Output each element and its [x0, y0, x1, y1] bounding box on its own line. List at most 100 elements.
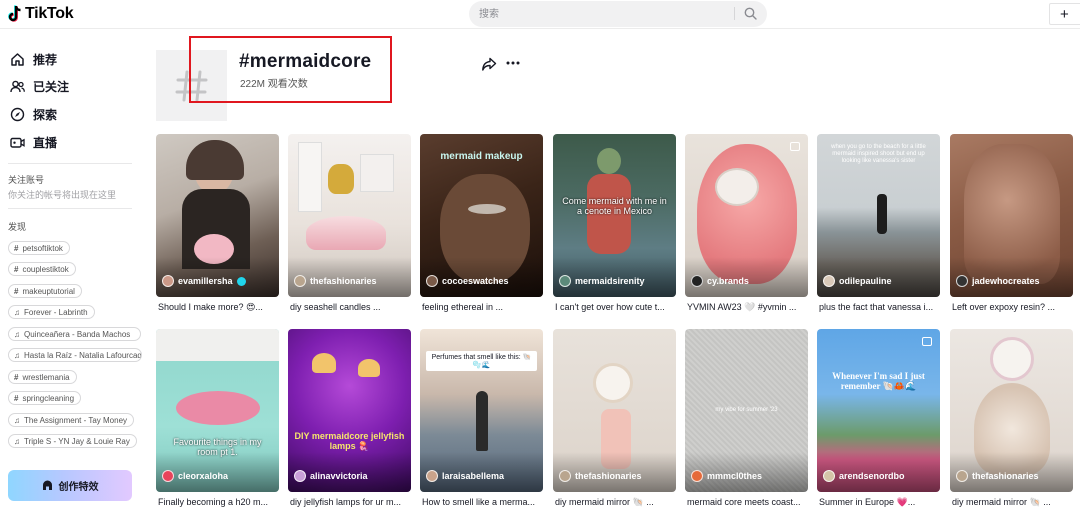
- hashtag-icon: #: [14, 393, 19, 403]
- discover-tag[interactable]: ♫ Forever - Labrinth: [8, 305, 95, 319]
- sidebar-item-explore[interactable]: 探索: [10, 105, 57, 123]
- avatar: [559, 470, 571, 482]
- avatar: [426, 470, 438, 482]
- video-thumbnail[interactable]: my vibe for summer '23: [685, 329, 808, 492]
- video-overlay-text: DIY mermaidcore jellyfish lamps 🪼: [294, 431, 405, 451]
- hashtag-icon: #: [14, 372, 19, 382]
- video-caption[interactable]: diy mermaid mirror 🐚 ...: [952, 497, 1073, 508]
- video-author[interactable]: jadewhocreates: [956, 275, 1040, 287]
- video-thumbnail[interactable]: [553, 329, 676, 492]
- more-options-button[interactable]: [505, 55, 521, 71]
- share-icon: [482, 57, 497, 71]
- video-thumbnail[interactable]: Come mermaid with me in a cenote in Mexi…: [553, 134, 676, 297]
- discover-tag-label: Hasta la Raíz - Natalia Lafourcade: [24, 350, 142, 360]
- video-author[interactable]: thefashionaries: [956, 470, 1039, 482]
- home-icon: [10, 52, 25, 67]
- video-author[interactable]: thefashionaries: [294, 275, 377, 287]
- video-caption[interactable]: YVMIN AW23 🤍 #yvmin ...: [687, 302, 808, 313]
- video-caption[interactable]: Left over expoxy resin? ...: [952, 302, 1073, 312]
- sidebar: 推荐 已关注 探索 直播 关注账号 你关注的帐号将出现在这里 发现 # petso…: [0, 30, 142, 513]
- video-overlay-text: my vibe for summer '23: [715, 407, 778, 413]
- video-thumbnail[interactable]: DIY mermaidcore jellyfish lamps 🪼: [288, 329, 411, 492]
- search-divider: [734, 7, 735, 20]
- video-author[interactable]: mmmcl0thes: [691, 470, 762, 482]
- video-thumbnail[interactable]: Whenever I'm sad I just remember 🐚🦀🌊: [817, 329, 940, 492]
- video-thumbnail[interactable]: Favourite things in my room pt 1.: [156, 329, 279, 492]
- discover-tag[interactable]: # petsoftiktok: [8, 241, 70, 255]
- video-caption[interactable]: I can't get over how cute t...: [555, 302, 676, 312]
- sidebar-item-live[interactable]: 直播: [10, 133, 57, 151]
- discover-tag[interactable]: ♫ The Assignment - Tay Money: [8, 413, 135, 427]
- music-note-icon: ♫: [14, 307, 20, 317]
- video-author[interactable]: mermaidsirenity: [559, 275, 645, 287]
- video-author[interactable]: odilepauline: [823, 275, 892, 287]
- sidebar-item-label: 已关注: [33, 79, 70, 94]
- video-thumbnail[interactable]: Perfumes that smell like this: 🐚🫧🌊: [420, 329, 543, 492]
- sidebar-item-label: 推荐: [33, 52, 58, 67]
- music-note-icon: ♫: [14, 329, 20, 339]
- video-author[interactable]: evamillersha: [162, 275, 246, 287]
- discover-tag[interactable]: ♫ Quinceañera - Banda Machos: [8, 327, 141, 341]
- upload-button[interactable]: +: [1049, 3, 1080, 25]
- discover-tag-label: petsoftiktok: [22, 243, 63, 253]
- discover-tag[interactable]: # springcleaning: [8, 391, 82, 405]
- video-author[interactable]: cleorxaloha: [162, 470, 228, 482]
- discover-tag[interactable]: ♫ Triple S - YN Jay & Louie Ray: [8, 434, 137, 448]
- video-author[interactable]: laraisabellema: [426, 470, 504, 482]
- discover-tag[interactable]: ♫ Hasta la Raíz - Natalia Lafourcade: [8, 348, 142, 362]
- video-author[interactable]: thefashionaries: [559, 470, 642, 482]
- video-caption[interactable]: Finally becoming a h20 m...: [158, 497, 279, 507]
- hashtag-icon: #: [14, 286, 19, 296]
- discover-tag-label: wrestlemania: [22, 372, 70, 382]
- video-caption[interactable]: diy mermaid mirror 🐚 ...: [555, 497, 676, 508]
- author-name: cy.brands: [707, 276, 749, 286]
- video-author[interactable]: arendsenordbo: [823, 470, 905, 482]
- video-caption[interactable]: diy jellyfish lamps for ur m...: [290, 497, 411, 507]
- video-caption[interactable]: Should I make more? 😍...: [158, 302, 279, 313]
- create-effects-button[interactable]: 创作特效: [8, 470, 132, 501]
- video-thumbnail[interactable]: [685, 134, 808, 297]
- video-overlay-text: Come mermaid with me in a cenote in Mexi…: [562, 196, 667, 216]
- author-name: cocoeswatches: [442, 276, 509, 286]
- discover-tag-label: Forever - Labrinth: [24, 307, 88, 317]
- video-author[interactable]: alinavvictoria: [294, 470, 368, 482]
- search-bar[interactable]: [469, 1, 767, 27]
- discover-tag[interactable]: # wrestlemania: [8, 370, 77, 384]
- annotation-highlight-box: [189, 36, 392, 103]
- video-thumbnail[interactable]: mermaid makeup: [420, 134, 543, 297]
- video-author[interactable]: cy.brands: [691, 275, 749, 287]
- video-thumbnail[interactable]: when you go to the beach for a little me…: [817, 134, 940, 297]
- video-caption[interactable]: mermaid core meets coast...: [687, 497, 808, 507]
- video-caption[interactable]: Summer in Europe 💗...: [819, 497, 940, 508]
- video-caption[interactable]: feeling ethereal in ...: [422, 302, 543, 312]
- search-input[interactable]: [479, 1, 734, 27]
- video-thumbnail[interactable]: [950, 329, 1073, 492]
- sidebar-item-foryou[interactable]: 推荐: [10, 50, 57, 68]
- video-thumbnail[interactable]: [156, 134, 279, 297]
- avatar: [823, 275, 835, 287]
- avatar: [162, 275, 174, 287]
- video-thumbnail[interactable]: [288, 134, 411, 297]
- share-button[interactable]: [481, 56, 497, 72]
- search-button[interactable]: [737, 1, 763, 25]
- sidebar-item-following[interactable]: 已关注: [10, 77, 69, 95]
- following-icon: [10, 79, 25, 94]
- author-name: cleorxaloha: [178, 471, 229, 481]
- music-note-icon: ♫: [14, 350, 20, 360]
- author-name: odilepauline: [839, 276, 892, 286]
- discover-tag-label: couplestiktok: [22, 264, 69, 274]
- effects-house-icon: [42, 480, 52, 490]
- avatar: [691, 470, 703, 482]
- logo-text: TikTok: [25, 5, 74, 22]
- discover-tag[interactable]: # couplestiktok: [8, 262, 76, 276]
- more-dots-icon: [506, 61, 520, 65]
- video-caption[interactable]: plus the fact that vanessa i...: [819, 302, 940, 312]
- video-caption[interactable]: diy seashell candles ...: [290, 302, 411, 312]
- tiktok-logo[interactable]: TikTok: [8, 4, 74, 24]
- discover-tag[interactable]: # makeuptutorial: [8, 284, 82, 298]
- video-caption[interactable]: How to smell like a merma...: [422, 497, 543, 507]
- author-name: thefashionaries: [972, 471, 1039, 481]
- video-thumbnail[interactable]: [950, 134, 1073, 297]
- avatar: [691, 275, 703, 287]
- video-author[interactable]: cocoeswatches: [426, 275, 509, 287]
